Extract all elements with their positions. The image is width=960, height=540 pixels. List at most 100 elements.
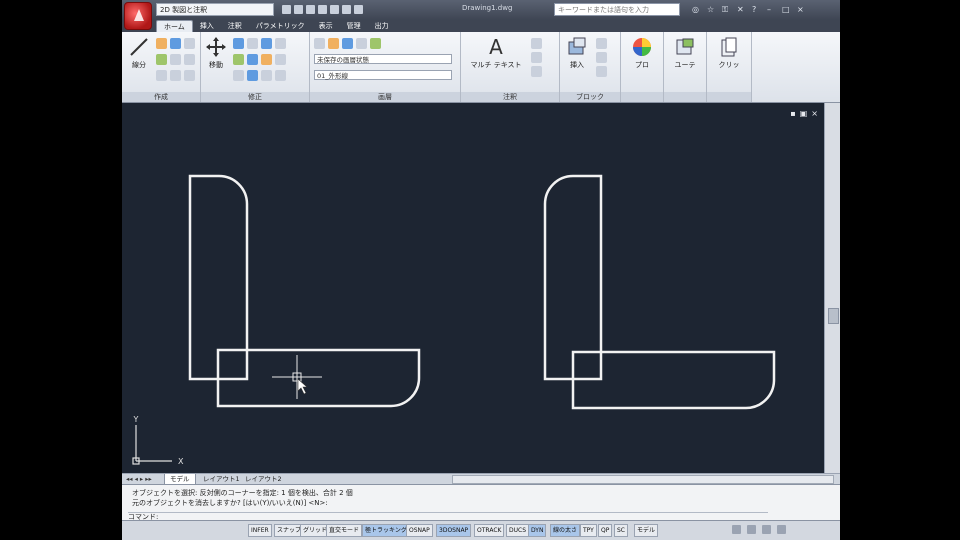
layer-properties-icon[interactable] [314,38,325,49]
insert-button[interactable]: 挿入 [564,36,590,70]
leader-icon[interactable] [531,52,542,63]
status-qp[interactable]: QP [598,524,613,537]
application-menu-button[interactable] [124,2,152,30]
annotation-scale-icon[interactable] [732,525,741,534]
break-icon[interactable] [275,70,286,81]
tab-insert[interactable]: 挿入 [193,20,221,32]
layout-nav-arrows[interactable]: ◂◂ ◂ ▸ ▸▸ [126,474,152,484]
annotation-panel-label[interactable]: 注釈 [461,92,559,102]
properties-button[interactable]: プロ [627,36,657,70]
tab-view[interactable]: 表示 [312,20,340,32]
save-icon[interactable] [306,5,315,14]
block-panel-label[interactable]: ブロック [560,92,620,102]
scale-icon[interactable] [247,70,258,81]
scroll-thumb[interactable] [828,308,839,324]
print-icon[interactable] [330,5,339,14]
status-otrack[interactable]: OTRACK [474,524,505,537]
minimize-icon[interactable]: – [767,5,776,14]
workspace-dropdown[interactable]: 2D 製図と注釈 [156,3,274,16]
lock-icon[interactable] [762,525,771,534]
status-ortho[interactable]: 直交モード [326,524,363,537]
create-block-icon[interactable] [596,38,607,49]
stretch-icon[interactable] [233,70,244,81]
copy-icon[interactable] [233,54,244,65]
status-3dosnap[interactable]: 3DOSNAP [436,524,472,537]
attribute-icon[interactable] [596,66,607,77]
star-icon[interactable]: ☆ [707,5,716,14]
help-icon[interactable]: ? [752,5,761,14]
status-polar[interactable]: 極トラッキング [362,524,410,537]
clean-screen-icon[interactable] [777,525,786,534]
utilities-button[interactable]: ユーテ [670,36,700,70]
close-icon[interactable]: × [797,5,806,14]
gradient-icon[interactable] [184,54,195,65]
right-vertical-bar[interactable] [543,174,603,381]
mirror-icon[interactable] [247,54,258,65]
mtext-button[interactable]: A マルチ テキスト [467,36,525,70]
explode-icon[interactable] [275,38,286,49]
layer-freeze-icon[interactable] [356,38,367,49]
exchange-icon[interactable]: ✕ [737,5,746,14]
edit-block-icon[interactable] [596,52,607,63]
status-lineweight[interactable]: 線の太さ [550,524,581,537]
status-osnap[interactable]: OSNAP [406,524,433,537]
region-icon[interactable] [170,70,181,81]
tab-layout1[interactable]: レイアウト1 [198,474,245,484]
saveas-icon[interactable] [318,5,327,14]
offset-icon[interactable] [275,54,286,65]
status-ducs[interactable]: DUCS [506,524,530,537]
layer-state-dropdown[interactable]: 未保存の画層状態 [314,54,452,64]
workspace-switch-icon[interactable] [747,525,756,534]
status-tpy[interactable]: TPY [580,524,597,537]
command-window[interactable]: オブジェクトを選択: 反対側のコーナーを指定: 1 個を検出、合計 2 個 元の… [122,484,840,521]
tab-annotate[interactable]: 注釈 [221,20,249,32]
move-button[interactable]: 移動 [203,36,229,70]
clipboard-panel-label[interactable] [707,92,751,102]
layer-off-icon[interactable] [342,38,353,49]
clipboard-button[interactable]: クリッ [713,36,745,70]
tab-layout2[interactable]: レイアウト2 [240,474,287,484]
utilities-panel-label[interactable] [664,92,706,102]
search-input[interactable]: キーワードまたは語句を入力 [554,3,680,16]
tab-home[interactable]: ホーム [156,20,193,32]
boundary-icon[interactable] [184,70,195,81]
right-horizontal-bar[interactable] [571,350,776,410]
status-sc[interactable]: SC [614,524,628,537]
polyline-icon[interactable] [156,38,167,49]
new-icon[interactable] [282,5,291,14]
tab-output[interactable]: 出力 [368,20,396,32]
left-vertical-bar[interactable] [188,174,249,381]
open-icon[interactable] [294,5,303,14]
hatch-icon[interactable] [184,38,195,49]
redo-icon[interactable] [354,5,363,14]
vertical-scrollbar[interactable] [824,103,840,473]
horizontal-scrollbar[interactable] [452,475,834,484]
erase-icon[interactable] [261,38,272,49]
fillet-icon[interactable] [261,54,272,65]
drawing-area[interactable]: ▪ ▣ × Y X [122,103,824,473]
ellipse-icon[interactable] [156,70,167,81]
table-icon[interactable] [531,66,542,77]
undo-icon[interactable] [342,5,351,14]
tab-manage[interactable]: 管理 [340,20,368,32]
maximize-icon[interactable]: □ [782,5,791,14]
arc-icon[interactable] [170,38,181,49]
key-icon[interactable]: ⚿ [722,5,731,14]
trim-icon[interactable] [247,38,258,49]
draw-panel-label[interactable]: 作成 [122,92,200,102]
current-layer-dropdown[interactable]: 01_外形線 [314,70,452,80]
array-icon[interactable] [261,70,272,81]
layers-panel-label[interactable]: 画層 [310,92,460,102]
status-dyn[interactable]: DYN [528,524,547,537]
status-infer[interactable]: INFER [248,524,272,537]
tab-parametric[interactable]: パラメトリック [249,20,312,32]
modify-panel-label[interactable]: 修正 [201,92,309,102]
status-model[interactable]: モデル [634,524,659,537]
layer-match-icon[interactable] [370,38,381,49]
rotate-icon[interactable] [233,38,244,49]
circle-icon[interactable] [156,54,167,65]
binoculars-icon[interactable]: ◎ [692,5,701,14]
dimension-icon[interactable] [531,38,542,49]
properties-panel-label[interactable] [621,92,663,102]
layer-state-icon[interactable] [328,38,339,49]
